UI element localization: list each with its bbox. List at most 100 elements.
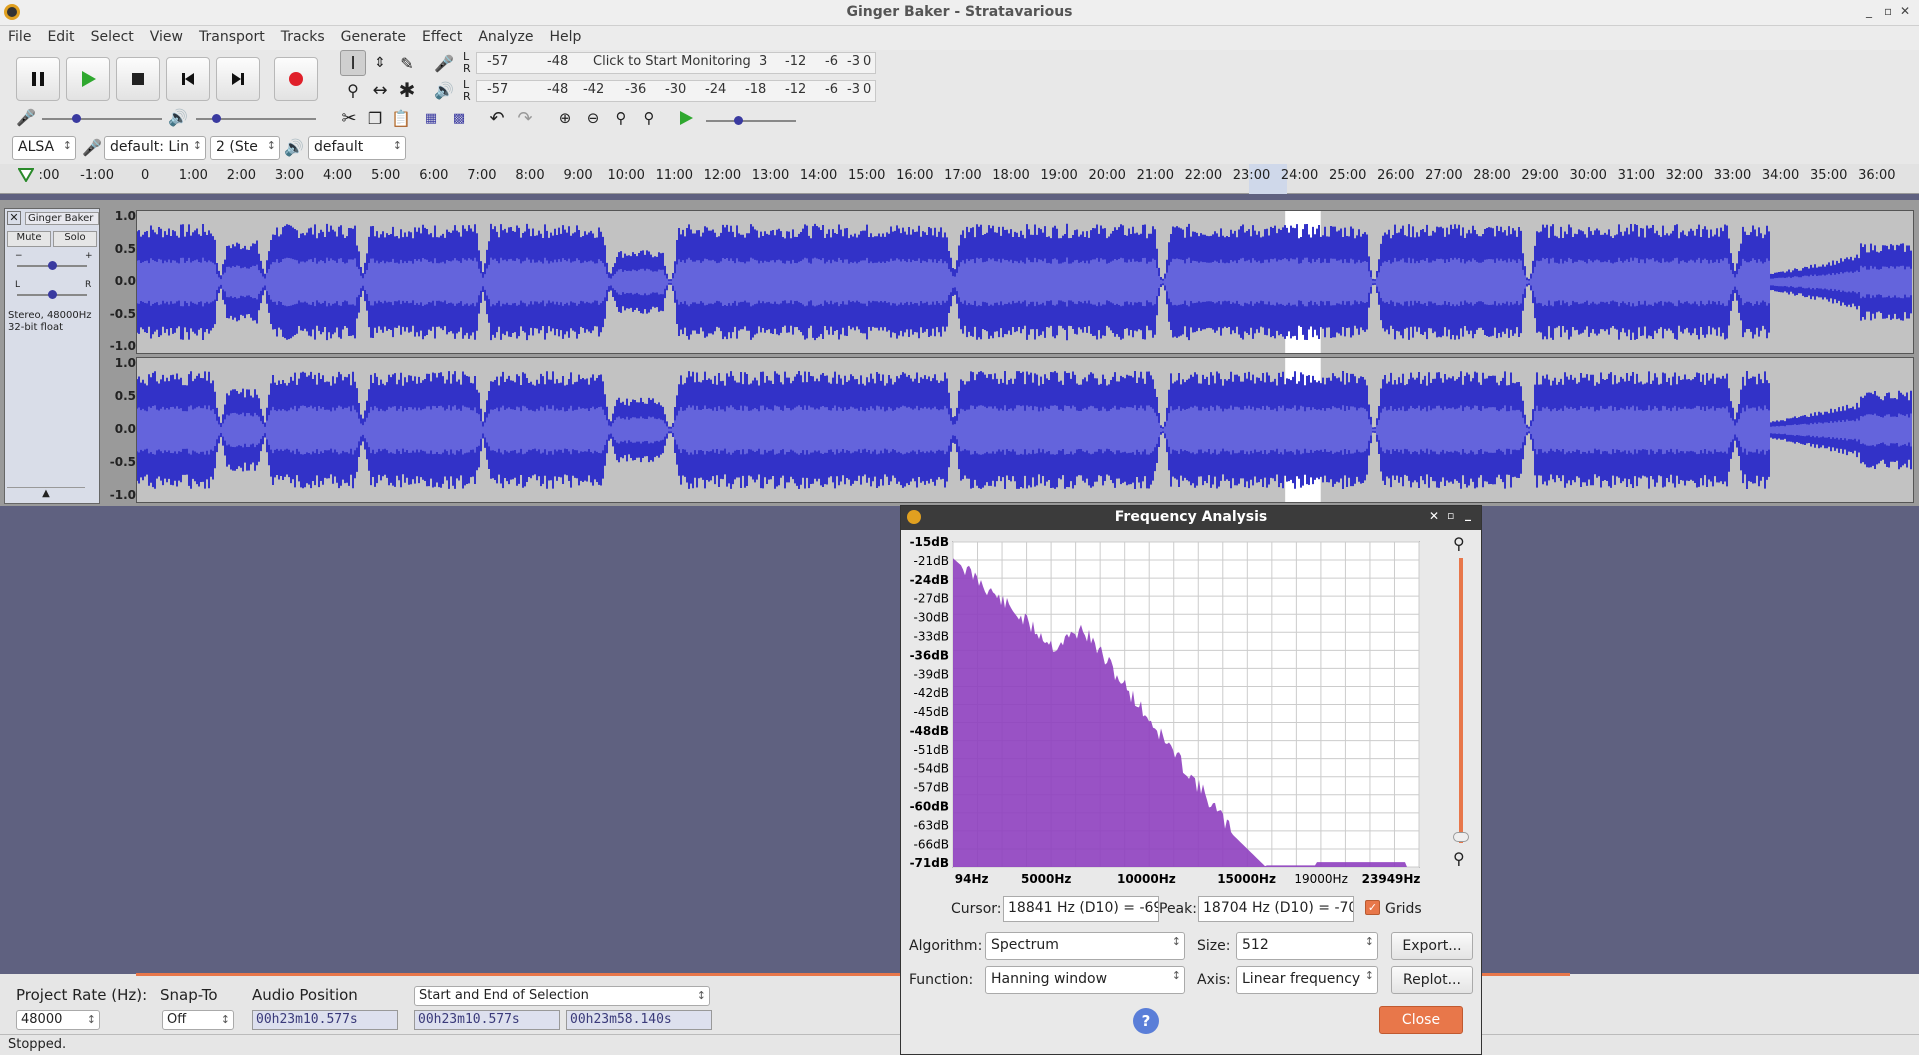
skip-to-end-button[interactable] bbox=[216, 57, 260, 101]
zoom-in-icon[interactable]: ⚲ bbox=[1453, 534, 1465, 553]
menu-transport[interactable]: Transport bbox=[191, 26, 273, 50]
axis-select[interactable]: Linear frequency bbox=[1236, 966, 1378, 994]
draw-tool[interactable]: ✎ bbox=[394, 50, 420, 76]
record-button[interactable] bbox=[274, 57, 318, 101]
waveform-channel-right[interactable] bbox=[136, 357, 1914, 503]
cut-button[interactable]: ✂ bbox=[336, 105, 362, 131]
meter-tick: -48 bbox=[547, 54, 569, 69]
zoom-in-button[interactable]: ⊕ bbox=[552, 105, 578, 131]
db-axis-label: -42dB bbox=[914, 686, 949, 700]
db-axis-label: -71dB bbox=[910, 856, 949, 870]
waveform-channel-left[interactable] bbox=[136, 210, 1914, 354]
zoom-out-icon[interactable]: ⚲ bbox=[1453, 849, 1465, 868]
size-select[interactable]: 512 bbox=[1236, 932, 1378, 960]
zoom-out-button[interactable]: ⊖ bbox=[580, 105, 606, 131]
pause-button[interactable] bbox=[16, 57, 60, 101]
gain-slider[interactable] bbox=[17, 261, 87, 270]
ruler-tick-label: 19:00 bbox=[1040, 168, 1078, 183]
dialog-minimize-icon[interactable]: _ bbox=[1465, 507, 1471, 521]
title-bar: Ginger Baker - Stratavarious _ ▫ ✕ bbox=[0, 0, 1919, 26]
pan-slider[interactable] bbox=[17, 290, 87, 299]
solo-button[interactable]: Solo bbox=[53, 231, 97, 247]
minimize-icon[interactable]: _ bbox=[1866, 4, 1872, 18]
paste-button[interactable]: 📋 bbox=[388, 105, 414, 131]
trim-icon: ▦ bbox=[424, 110, 438, 126]
track-name-button[interactable]: Ginger Baker bbox=[25, 212, 99, 225]
menu-help[interactable]: Help bbox=[542, 26, 590, 50]
stop-button[interactable] bbox=[116, 57, 160, 101]
replot-button[interactable]: Replot... bbox=[1391, 966, 1473, 994]
recording-device-select[interactable]: default: Lin bbox=[104, 136, 206, 160]
function-select[interactable]: Hanning window bbox=[985, 966, 1185, 994]
scissors-icon: ✂ bbox=[341, 107, 357, 129]
audio-host-select[interactable]: ALSA bbox=[12, 136, 76, 160]
playback-device-select[interactable]: default bbox=[308, 136, 406, 160]
recording-volume-slider[interactable] bbox=[42, 114, 162, 123]
record-meter-mic-icon[interactable]: 🎤 bbox=[434, 54, 454, 73]
recording-channels-select[interactable]: 2 (Ste bbox=[210, 136, 280, 160]
db-range-slider-thumb[interactable] bbox=[1453, 832, 1469, 842]
dialog-maximize-icon[interactable]: ▫ bbox=[1447, 509, 1454, 522]
playback-volume-slider[interactable] bbox=[196, 114, 316, 123]
menu-generate[interactable]: Generate bbox=[333, 26, 414, 50]
menu-select[interactable]: Select bbox=[83, 26, 142, 50]
mute-button[interactable]: Mute bbox=[7, 231, 51, 247]
record-meter[interactable]: -57 -48 Click to Start Monitoring 3 -12 … bbox=[476, 52, 876, 74]
zoom-tool[interactable]: ⚲ bbox=[340, 77, 366, 103]
fit-project-button[interactable]: ⚲ bbox=[636, 105, 662, 131]
play-speed-slider[interactable] bbox=[706, 116, 796, 125]
ruler-tick-label: 17:00 bbox=[944, 168, 982, 183]
time-shift-tool[interactable]: ↔ bbox=[367, 77, 393, 103]
menu-effect[interactable]: Effect bbox=[414, 26, 470, 50]
envelope-tool[interactable]: ⇕ bbox=[367, 50, 393, 76]
undo-button[interactable]: ↶ bbox=[484, 105, 510, 131]
play-at-speed-button[interactable] bbox=[673, 105, 699, 131]
size-label: Size: bbox=[1197, 938, 1231, 954]
skip-to-start-button[interactable] bbox=[166, 57, 210, 101]
playback-meter-speaker-icon[interactable]: 🔊 bbox=[434, 81, 454, 100]
selection-mode-select[interactable]: Start and End of Selection bbox=[414, 986, 710, 1006]
help-button[interactable]: ? bbox=[1133, 1008, 1159, 1034]
close-button[interactable]: Close bbox=[1379, 1006, 1463, 1034]
collapse-track-icon[interactable]: ▲ bbox=[7, 487, 85, 501]
project-rate-select[interactable]: 48000 bbox=[16, 1010, 100, 1030]
menu-edit[interactable]: Edit bbox=[39, 26, 82, 50]
track-close-button[interactable]: ✕ bbox=[7, 211, 21, 225]
ruler-tick-label: 5:00 bbox=[371, 168, 401, 183]
ruler-tick-label: 21:00 bbox=[1136, 168, 1175, 183]
fit-selection-button[interactable]: ⚲ bbox=[608, 105, 634, 131]
amplitude-label: 1.0 bbox=[114, 356, 136, 370]
timeline-ruler[interactable]: :00 -1:00 0 1:00 2:00 3:00 4:00 5:00 6:00 7:00 8:0… bbox=[0, 164, 1919, 194]
multi-tool[interactable]: ✱ bbox=[394, 77, 420, 103]
menu-analyze[interactable]: Analyze bbox=[470, 26, 541, 50]
db-axis-label: -39dB bbox=[914, 667, 949, 681]
grids-checkbox[interactable]: ✓ bbox=[1365, 900, 1380, 915]
audio-position-time[interactable]: 00h23m10.577s bbox=[252, 1010, 398, 1030]
db-axis-label: -66dB bbox=[914, 837, 949, 851]
db-range-slider[interactable] bbox=[1459, 558, 1463, 843]
silence-button[interactable]: ▩ bbox=[446, 105, 472, 131]
redo-button[interactable]: ↷ bbox=[512, 105, 538, 131]
recording-volume-mic-icon: 🎤 bbox=[16, 108, 36, 127]
menu-file[interactable]: File bbox=[0, 26, 39, 50]
ruler-tick-label: 32:00 bbox=[1665, 168, 1704, 183]
playback-device-speaker-icon: 🔊 bbox=[284, 138, 304, 157]
selection-start-time[interactable]: 00h23m10.577s bbox=[414, 1010, 560, 1030]
zoom-in-icon: ⊕ bbox=[558, 109, 572, 127]
menu-tracks[interactable]: Tracks bbox=[273, 26, 333, 50]
algorithm-select[interactable]: Spectrum bbox=[985, 932, 1185, 960]
trim-button[interactable]: ▦ bbox=[418, 105, 444, 131]
snap-to-select[interactable]: Off bbox=[162, 1010, 234, 1030]
export-button[interactable]: Export... bbox=[1391, 932, 1473, 960]
spectrum-plot[interactable]: -15dB -21dB -24dB -27dB -30dB -33dB -36dB -39dB… bbox=[901, 532, 1481, 902]
play-button[interactable] bbox=[66, 57, 110, 101]
menu-view[interactable]: View bbox=[142, 26, 191, 50]
click-to-start-monitoring[interactable]: Click to Start Monitoring bbox=[593, 54, 751, 69]
maximize-icon[interactable]: ▫ bbox=[1884, 4, 1892, 18]
copy-button[interactable]: ❐ bbox=[362, 105, 388, 131]
close-window-icon[interactable]: ✕ bbox=[1900, 4, 1910, 18]
selection-tool[interactable]: I bbox=[340, 50, 366, 76]
selection-end-time[interactable]: 00h23m58.140s bbox=[566, 1010, 712, 1030]
playback-meter[interactable]: -57 -48 -42 -36 -30 -24 -18 -12 -6 -3 0 bbox=[476, 80, 876, 102]
dialog-close-icon[interactable]: ✕ bbox=[1429, 509, 1439, 523]
